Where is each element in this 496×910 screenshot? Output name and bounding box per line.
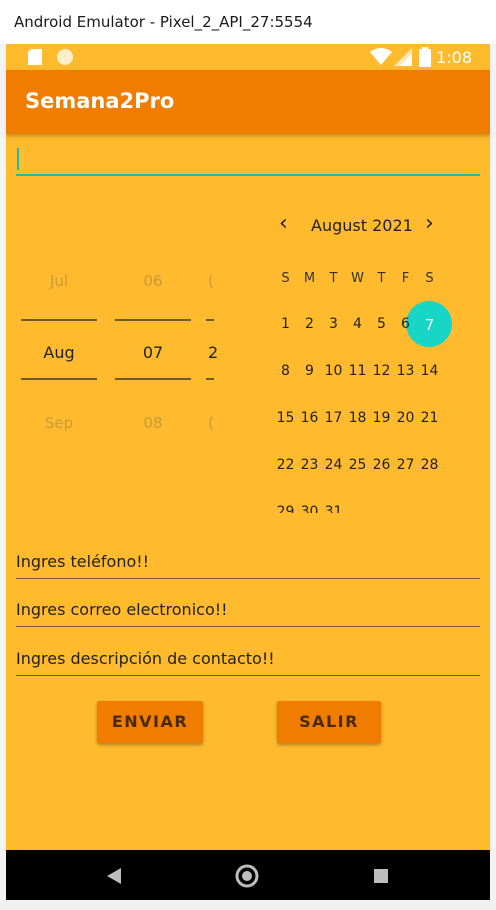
spinner-day-next[interactable]: 08 [113, 414, 193, 432]
calendar-day[interactable]: 23 [298, 457, 321, 473]
calendar-day[interactable]: 9 [298, 363, 321, 379]
calendar-day[interactable]: 31 [322, 504, 345, 513]
spinner-month-next[interactable]: Sep [19, 414, 99, 432]
calendar-month-label: August 2021 [311, 216, 413, 235]
calendar-day[interactable]: 2 [298, 316, 321, 332]
spinner-month-prev[interactable]: Jul [19, 272, 99, 290]
email-field[interactable]: Ingres correo electronico!! [16, 600, 480, 627]
calendar-day[interactable]: 20 [394, 410, 417, 426]
spinner-divider [21, 378, 97, 380]
exit-button[interactable]: SALIR [277, 701, 381, 743]
spinner-day-prev[interactable]: 06 [113, 272, 193, 290]
phone-field[interactable]: Ingres teléfono!! [16, 552, 480, 579]
calendar-weekday-label: T [377, 271, 386, 286]
device-screen: 1:08 Semana2Pro Jul Aug Sep 06 07 08 ( 2… [6, 44, 490, 900]
calendar-day[interactable]: 28 [418, 457, 441, 473]
recents-icon[interactable] [374, 869, 388, 883]
calendar-day[interactable]: 6 [394, 316, 417, 332]
calendar-weekday-label: F [401, 271, 410, 286]
status-bar: 1:08 [6, 44, 490, 70]
notification-icon [57, 49, 73, 65]
name-input[interactable] [16, 144, 480, 176]
calendar-day[interactable]: 27 [394, 457, 417, 473]
calendar-day[interactable]: 26 [370, 457, 393, 473]
description-field-hint: Ingres descripción de contacto!! [16, 649, 275, 668]
spinner-divider [115, 319, 191, 321]
calendar-day[interactable]: 10 [322, 363, 345, 379]
right-frame [490, 44, 496, 910]
calendar-day[interactable]: 4 [346, 316, 369, 332]
calendar-weekday-label: M [303, 271, 316, 286]
calendar-day[interactable]: 15 [274, 410, 297, 426]
calendar-day[interactable]: 13 [394, 363, 417, 379]
calendar-day-selected[interactable]: 7 [418, 316, 441, 334]
sd-card-icon [28, 49, 42, 65]
app-title: Semana2Pro [25, 89, 175, 113]
calendar-day[interactable]: 12 [370, 363, 393, 379]
bottom-frame [0, 900, 496, 910]
calendar-day[interactable]: 17 [322, 410, 345, 426]
description-field[interactable]: Ingres descripción de contacto!! [16, 649, 480, 676]
calendar-weekday-label: W [351, 271, 364, 286]
calendar-day[interactable]: 21 [418, 410, 441, 426]
calendar-day[interactable]: 5 [370, 316, 393, 332]
calendar-grid: S M T W T F S 1 2 3 4 5 6 7 8 9 10 11 12 13 14 15 16 17 18 19 20 21… [274, 269, 454, 513]
spinner-divider [115, 378, 191, 380]
spinner-year-current: 2 [208, 343, 218, 362]
calendar-day[interactable]: 1 [274, 316, 297, 332]
wifi-icon [370, 48, 392, 65]
calendar-prev-month-button[interactable]: ‹ [279, 212, 288, 236]
calendar-next-month-button[interactable]: › [425, 212, 434, 236]
calendar-day[interactable]: 30 [298, 504, 321, 513]
calendar-day[interactable]: 3 [322, 316, 345, 332]
calendar-weekday-label: T [329, 271, 338, 286]
send-button[interactable]: ENVIAR [97, 701, 203, 743]
calendar-day[interactable]: 24 [322, 457, 345, 473]
battery-icon [419, 47, 431, 67]
back-icon[interactable] [106, 867, 122, 885]
spinner-day-current[interactable]: 07 [113, 343, 193, 362]
spinner-divider [206, 378, 214, 380]
calendar-day[interactable]: 19 [370, 410, 393, 426]
calendar-day[interactable]: 11 [346, 363, 369, 379]
app-bar: Semana2Pro [6, 70, 490, 134]
emulator-title-bar: Android Emulator - Pixel_2_API_27:5554 [0, 0, 496, 45]
spinner-year-column[interactable]: ( 2 ( [206, 244, 218, 454]
calendar-weekday-label: S [281, 271, 290, 286]
calendar-day[interactable]: 18 [346, 410, 369, 426]
window-title: Android Emulator - Pixel_2_API_27:5554 [14, 13, 313, 31]
status-time: 1:08 [436, 48, 472, 67]
text-cursor [17, 148, 19, 170]
home-icon[interactable] [235, 864, 259, 888]
calendar-day[interactable]: 29 [274, 504, 297, 513]
calendar-day[interactable]: 8 [274, 363, 297, 379]
signal-icon [394, 48, 412, 66]
phone-field-hint: Ingres teléfono!! [16, 552, 150, 571]
calendar-day[interactable]: 16 [298, 410, 321, 426]
calendar-day[interactable]: 22 [274, 457, 297, 473]
spinner-month-current[interactable]: Aug [19, 343, 99, 362]
spinner-divider [21, 319, 97, 321]
calendar-day[interactable]: 25 [346, 457, 369, 473]
email-field-hint: Ingres correo electronico!! [16, 600, 228, 619]
calendar-day[interactable]: 14 [418, 363, 441, 379]
navigation-bar [6, 850, 490, 900]
calendar-weekday-label: S [425, 271, 434, 286]
spinner-year-prev: ( [208, 272, 214, 290]
spinner-year-next: ( [208, 414, 214, 432]
spinner-divider [206, 319, 214, 321]
